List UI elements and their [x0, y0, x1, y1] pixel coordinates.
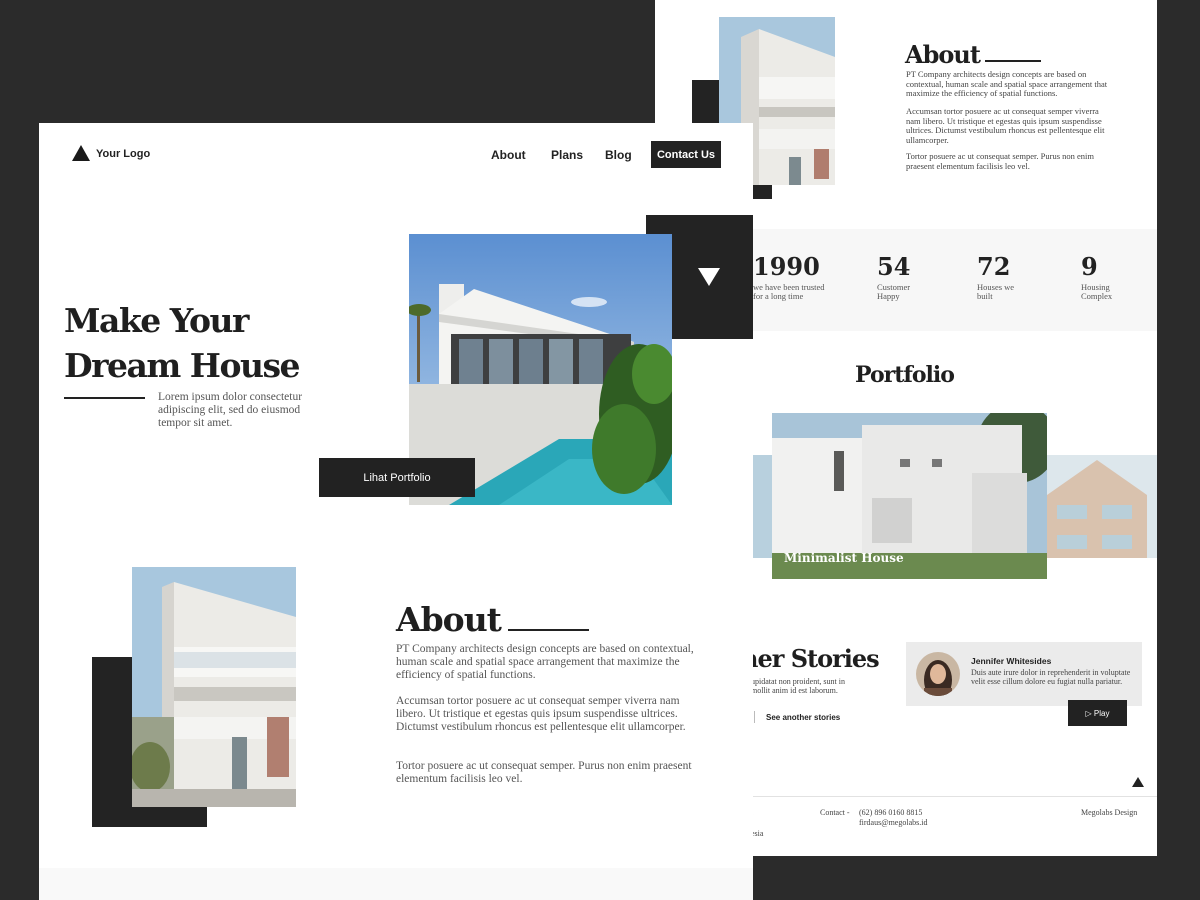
stat-label: Houses we built [977, 282, 1015, 301]
stat-label: we have been trusted for a long time [753, 282, 825, 301]
hero-rule [64, 397, 145, 399]
portfolio-prev-photo[interactable] [750, 455, 772, 558]
portfolio-next-photo[interactable] [1047, 455, 1157, 558]
see-another-stories-link[interactable]: See another stories [766, 713, 840, 722]
hero-subtitle: Lorem ipsum dolor consectetur adipiscing… [158, 391, 303, 429]
about-p2: Accumsan tortor posuere ac ut consequat … [396, 695, 686, 733]
hero-title-line1: Make Your [64, 301, 249, 340]
down-arrow-icon[interactable] [698, 268, 720, 286]
about-building-photo [130, 567, 296, 807]
nav-about[interactable]: About [491, 148, 526, 162]
about-p1: PT Company architects design concepts ar… [396, 643, 694, 681]
back-about-rule [985, 60, 1041, 62]
stories-title: ner Stories [741, 644, 880, 673]
stat-number: 54 [877, 252, 911, 281]
testimonial-quote: Duis aute irure dolor in reprehenderit i… [971, 668, 1131, 686]
hero-title: Make Your Dream House [64, 298, 301, 388]
back-about-title: About [905, 40, 981, 69]
footer-email[interactable]: firdaus@megolabs.id [859, 818, 927, 827]
footer-contact-label: Contact - [820, 808, 850, 817]
stat-number: 1990 [753, 252, 820, 281]
portfolio-caption: Minimalist House [784, 551, 904, 565]
footer-brand: Megolabs Design [1081, 808, 1138, 817]
scroll-top-icon[interactable] [1132, 777, 1144, 787]
lihat-portfolio-button[interactable]: Lihat Portfolio [319, 458, 475, 497]
stat-label: Customer Happy [877, 282, 911, 301]
stat-label: Housing Complex [1081, 282, 1113, 301]
back-about-p1: PT Company architects design concepts ar… [906, 69, 1108, 98]
front-page: Your Logo About Plans Blog Contact Us Ma… [39, 123, 753, 900]
about-p3: Tortor posuere ac ut consequat semper. P… [396, 760, 692, 785]
contact-us-button[interactable]: Contact Us [651, 141, 721, 168]
logo-triangle-icon[interactable] [72, 145, 90, 161]
back-about-p3: Tortor posuere ac ut consequat semper. P… [906, 151, 1095, 171]
about-rule [508, 629, 589, 631]
stories-text: upidatat non proident, sunt in mollit an… [751, 677, 845, 695]
stat-number: 72 [977, 252, 1011, 281]
portfolio-title: Portfolio [855, 362, 955, 388]
nav-plans[interactable]: Plans [551, 148, 583, 162]
logo-text[interactable]: Your Logo [96, 148, 150, 160]
about-title: About [396, 600, 502, 639]
next-section-band [39, 868, 753, 900]
nav-blog[interactable]: Blog [605, 148, 632, 162]
stat-number: 9 [1081, 252, 1098, 281]
back-about-p2: Accumsan tortor posuere ac ut consequat … [906, 106, 1105, 145]
play-button[interactable]: ▷ Play [1068, 700, 1127, 726]
footer-phone[interactable]: (62) 896 0160 8815 [859, 808, 922, 817]
testimonial-name: Jennifer Whitesides [971, 656, 1052, 666]
hero-title-line2: Dream House [64, 346, 301, 385]
avatar [916, 652, 960, 696]
